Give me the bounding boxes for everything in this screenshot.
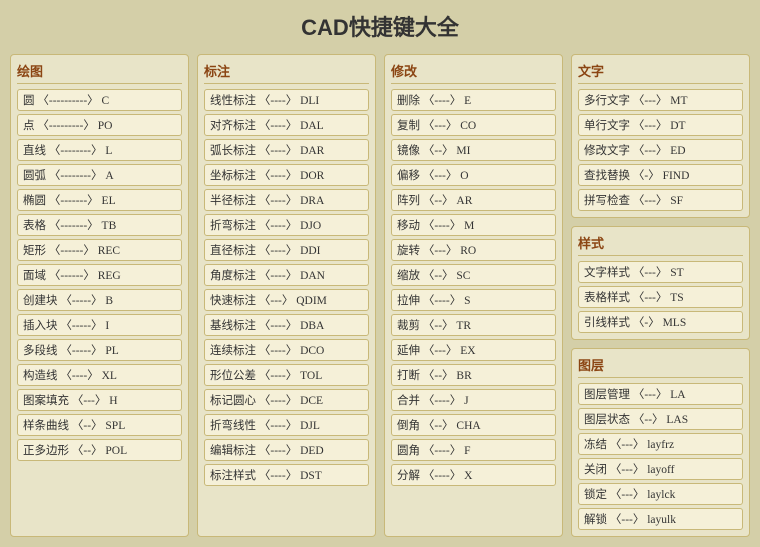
shortcut-item: 圆弧 〈--------〉 A [17,164,182,186]
shortcut-item: 阵列 〈--〉 AR [391,189,556,211]
shortcut-item: 连续标注 〈----〉 DCO [204,339,369,361]
shortcut-item: 椭圆 〈-------〉 EL [17,189,182,211]
section-modify: 修改 删除 〈----〉 E 复制 〈---〉 CO 镜像 〈--〉 MI 偏移 〈-… [384,54,563,537]
section-layer: 图层 图层管理 〈---〉 LA 图层状态 〈--〉 LAS 冻结 〈---〉 la… [571,348,750,537]
shortcut-item: 偏移 〈---〉 O [391,164,556,186]
shortcut-item: 线性标注 〈----〉 DLI [204,89,369,111]
shortcut-item: 裁剪 〈--〉 TR [391,314,556,336]
section-modify-title: 修改 [391,61,556,84]
shortcut-item: 倒角 〈--〉 CHA [391,414,556,436]
shortcut-item: 折弯线性 〈----〉 DJL [204,414,369,436]
shortcut-item: 旋转 〈---〉 RO [391,239,556,261]
shortcut-item: 标记圆心 〈----〉 DCE [204,389,369,411]
shortcut-item: 缩放 〈--〉 SC [391,264,556,286]
shortcut-item: 半径标注 〈----〉 DRA [204,189,369,211]
shortcut-item: 延伸 〈---〉 EX [391,339,556,361]
main-grid: 绘图 圆 〈----------〉 C 点 〈---------〉 PO 直线 〈-… [10,54,750,537]
section-text-title: 文字 [578,61,743,84]
column-4: 文字 多行文字 〈---〉 MT 单行文字 〈---〉 DT 修改文字 〈---〉 … [571,54,750,537]
shortcut-item: 拉伸 〈----〉 S [391,289,556,311]
shortcut-item: 删除 〈----〉 E [391,89,556,111]
shortcut-item: 多段线 〈-----〉 PL [17,339,182,361]
shortcut-item: 拼写检查 〈---〉 SF [578,189,743,211]
shortcut-item: 坐标标注 〈----〉 DOR [204,164,369,186]
shortcut-item: 锁定 〈---〉 laylck [578,483,743,505]
section-drawing-title: 绘图 [17,61,182,84]
section-style: 样式 文字样式 〈---〉 ST 表格样式 〈---〉 TS 引线样式 〈-〉 ML… [571,226,750,340]
shortcut-item: 圆角 〈----〉 F [391,439,556,461]
shortcut-item: 多行文字 〈---〉 MT [578,89,743,111]
shortcut-item: 打断 〈--〉 BR [391,364,556,386]
shortcut-item: 圆 〈----------〉 C [17,89,182,111]
shortcut-item: 角度标注 〈----〉 DAN [204,264,369,286]
page-title: CAD快捷键大全 [10,10,750,42]
shortcut-item: 关闭 〈---〉 layoff [578,458,743,480]
shortcut-item: 基线标注 〈----〉 DBA [204,314,369,336]
shortcut-item: 折弯标注 〈----〉 DJO [204,214,369,236]
shortcut-item: 编辑标注 〈----〉 DED [204,439,369,461]
shortcut-item: 单行文字 〈---〉 DT [578,114,743,136]
shortcut-item: 矩形 〈------〉 REC [17,239,182,261]
shortcut-item: 文字样式 〈---〉 ST [578,261,743,283]
section-style-items: 文字样式 〈---〉 ST 表格样式 〈---〉 TS 引线样式 〈-〉 MLS [578,261,743,333]
shortcut-item: 图案填充 〈---〉 H [17,389,182,411]
shortcut-item: 快速标注 〈---〉 QDIM [204,289,369,311]
shortcut-item: 点 〈---------〉 PO [17,114,182,136]
section-annotation-items: 线性标注 〈----〉 DLI 对齐标注 〈----〉 DAL 弧长标注 〈----… [204,89,369,486]
shortcut-item: 图层状态 〈--〉 LAS [578,408,743,430]
section-layer-items: 图层管理 〈---〉 LA 图层状态 〈--〉 LAS 冻结 〈---〉 layfr… [578,383,743,530]
shortcut-item: 合并 〈----〉 J [391,389,556,411]
shortcut-item: 样条曲线 〈--〉 SPL [17,414,182,436]
shortcut-item: 构造线 〈----〉 XL [17,364,182,386]
shortcut-item: 表格 〈-------〉 TB [17,214,182,236]
shortcut-item: 查找替换 〈-〉 FIND [578,164,743,186]
section-style-title: 样式 [578,233,743,256]
shortcut-item: 对齐标注 〈----〉 DAL [204,114,369,136]
shortcut-item: 冻结 〈---〉 layfrz [578,433,743,455]
shortcut-item: 标注样式 〈----〉 DST [204,464,369,486]
shortcut-item: 镜像 〈--〉 MI [391,139,556,161]
shortcut-item: 表格样式 〈---〉 TS [578,286,743,308]
section-annotation: 标注 线性标注 〈----〉 DLI 对齐标注 〈----〉 DAL 弧长标注 〈-… [197,54,376,537]
shortcut-item: 插入块 〈-----〉 I [17,314,182,336]
shortcut-item: 分解 〈----〉 X [391,464,556,486]
shortcut-item: 解锁 〈---〉 layulk [578,508,743,530]
shortcut-item: 引线样式 〈-〉 MLS [578,311,743,333]
shortcut-item: 直径标注 〈----〉 DDI [204,239,369,261]
shortcut-item: 直线 〈--------〉 L [17,139,182,161]
section-annotation-title: 标注 [204,61,369,84]
section-text-items: 多行文字 〈---〉 MT 单行文字 〈---〉 DT 修改文字 〈---〉 ED 查… [578,89,743,211]
shortcut-item: 创建块 〈-----〉 B [17,289,182,311]
shortcut-item: 图层管理 〈---〉 LA [578,383,743,405]
shortcut-item: 移动 〈----〉 M [391,214,556,236]
shortcut-item: 修改文字 〈---〉 ED [578,139,743,161]
shortcut-item: 面域 〈------〉 REG [17,264,182,286]
section-modify-items: 删除 〈----〉 E 复制 〈---〉 CO 镜像 〈--〉 MI 偏移 〈---〉… [391,89,556,486]
section-drawing: 绘图 圆 〈----------〉 C 点 〈---------〉 PO 直线 〈-… [10,54,189,537]
shortcut-item: 正多边形 〈--〉 POL [17,439,182,461]
section-drawing-items: 圆 〈----------〉 C 点 〈---------〉 PO 直线 〈----… [17,89,182,461]
section-text: 文字 多行文字 〈---〉 MT 单行文字 〈---〉 DT 修改文字 〈---〉 … [571,54,750,218]
shortcut-item: 弧长标注 〈----〉 DAR [204,139,369,161]
shortcut-item: 复制 〈---〉 CO [391,114,556,136]
section-layer-title: 图层 [578,355,743,378]
shortcut-item: 形位公差 〈----〉 TOL [204,364,369,386]
